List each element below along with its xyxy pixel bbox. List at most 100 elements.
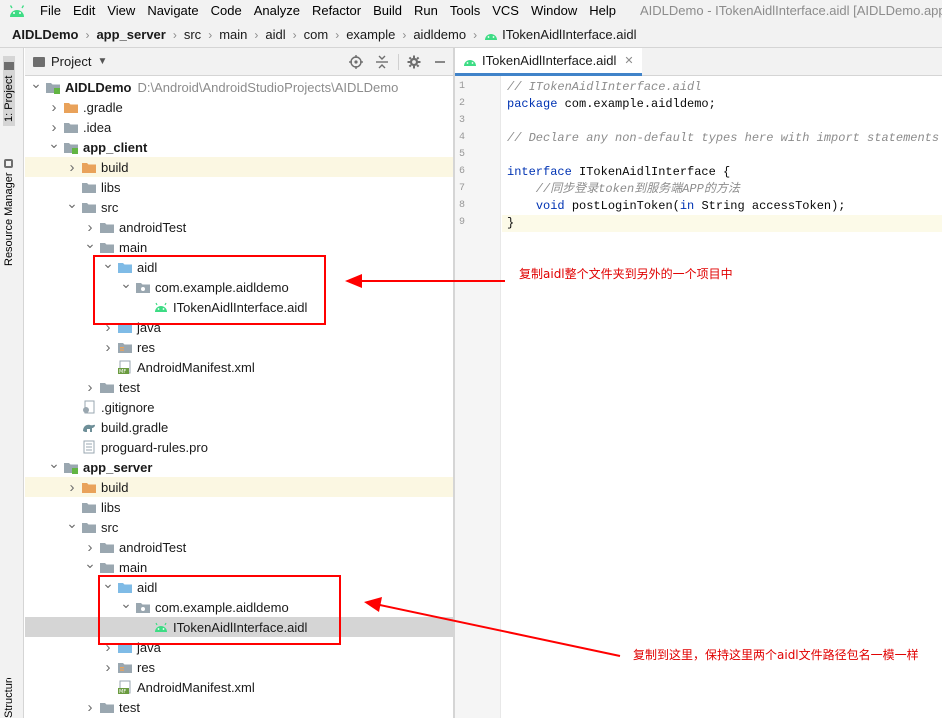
chevron-right-icon[interactable]: › [83,377,97,397]
breadcrumb-separator-icon: › [208,27,213,42]
menu-help[interactable]: Help [583,0,622,22]
chevron-down-icon[interactable]: ⌄ [65,193,79,213]
tree-row[interactable]: ⌄ main [25,555,453,577]
close-icon[interactable]: ✕ [624,54,633,67]
chevron-right-icon[interactable]: › [65,477,79,497]
chevron-down-icon[interactable]: ⌄ [83,553,97,573]
menu-run[interactable]: Run [408,0,444,22]
menu-tools[interactable]: Tools [444,0,486,22]
tool-tab-structure[interactable]: Structure [3,678,15,718]
breadcrumb-separator-icon: › [292,27,297,42]
tool-tab-project[interactable]: 1: Project [3,56,15,126]
tree-row[interactable]: ⌄ src [25,515,453,537]
editor-tab-label: ITokenAidlInterface.aidl [482,53,617,68]
locate-icon[interactable] [343,48,369,76]
tree-row[interactable]: › test [25,377,453,397]
folder-gray-icon [99,699,115,715]
menu-navigate[interactable]: Navigate [141,0,204,22]
tree-item-label: proguard-rules.pro [101,439,208,455]
tree-item-label: app_client [83,139,148,155]
gear-icon[interactable] [401,48,427,76]
menu-file[interactable]: File [34,0,67,22]
chevron-right-icon[interactable]: › [101,337,115,357]
tree-row[interactable]: › test [25,697,453,717]
menu-analyze[interactable]: Analyze [248,0,306,22]
text-file-icon [81,439,97,455]
folder-gray-icon [99,219,115,235]
code-line: void postLoginToken(in String accessToke… [507,198,846,215]
tree-row[interactable]: ⌄ app_server [25,455,453,477]
breadcrumb-item-aidl[interactable]: aidl [263,27,287,42]
code-editor[interactable]: // ITokenAidlInterface.aidl package com.e… [502,76,942,718]
chevron-right-icon[interactable]: › [83,697,97,717]
chevron-down-icon[interactable]: ⌄ [47,453,61,473]
tree-item-label: main [119,239,148,255]
tree-row[interactable]: ⌄ main [25,235,453,257]
tree-row[interactable]: .gitignore [25,397,453,417]
tree-row[interactable]: › .idea [25,117,453,137]
collapse-all-icon[interactable] [369,48,395,76]
line-number: 3 [459,115,466,126]
folder-gray-icon [99,539,115,555]
tree-item-label: app_server [83,459,153,475]
menu-window[interactable]: Window [525,0,583,22]
code-token: } [507,216,515,230]
tree-row[interactable]: ⌄ app_client [25,135,453,157]
module-icon [63,139,79,155]
folder-gray-icon [81,519,97,535]
chevron-down-icon[interactable]: ⌄ [47,133,61,153]
tree-row[interactable]: ⌄ src [25,195,453,217]
breadcrumb: AIDLDemo › app_server › src › main › aidl › c… [0,22,942,48]
tree-row[interactable]: › build [25,157,453,177]
tree-row[interactable]: proguard-rules.pro [25,437,453,457]
tree-row[interactable]: › build [25,477,453,497]
breadcrumb-item-com[interactable]: com [302,27,331,42]
chevron-down-icon[interactable]: ⌄ [83,233,97,253]
tree-row[interactable]: › res [25,657,453,677]
module-icon [45,79,61,95]
resource-manager-tab-label: Resource Manager [3,172,15,266]
menu-build[interactable]: Build [367,0,408,22]
breadcrumb-item-aidldemo[interactable]: AIDLDemo [10,27,80,42]
tree-row[interactable]: build.gradle [25,417,453,437]
menu-code[interactable]: Code [205,0,248,22]
tree-row[interactable]: › .gradle [25,97,453,117]
breadcrumb-item-example[interactable]: example [344,27,397,42]
chevron-down-icon[interactable]: ⌄ [65,513,79,533]
tree-item-label: .gitignore [101,399,155,415]
breadcrumb-item-app-server[interactable]: app_server [94,27,167,42]
chevron-down-icon[interactable]: ⌄ [29,76,43,93]
chevron-right-icon[interactable]: › [47,97,61,117]
tree-row[interactable]: MF AndroidManifest.xml [25,677,453,697]
breadcrumb-item-src[interactable]: src [182,27,203,42]
folder-gray-icon [81,179,97,195]
menu-refactor[interactable]: Refactor [306,0,367,22]
chevron-right-icon[interactable]: › [101,657,115,677]
code-token: String accessToken); [701,199,846,213]
project-panel-title[interactable]: Project [51,54,91,69]
tree-item-label: build [101,479,129,495]
editor-tab-itokenaidlinterface[interactable]: ITokenAidlInterface.aidl ✕ [455,48,642,76]
tree-row[interactable]: MF AndroidManifest.xml [25,357,453,377]
chevron-right-icon[interactable]: › [65,157,79,177]
folder-gray-icon [81,499,97,515]
minimize-icon[interactable] [427,48,453,76]
tool-tab-resource-manager[interactable]: Resource Manager [3,146,15,266]
menu-edit[interactable]: Edit [67,0,101,22]
folder-orange-icon [81,159,97,175]
chevron-down-icon[interactable]: ▼ [97,56,107,67]
line-number-gutter: 1 2 3 4 5 6 7 8 9 [455,76,501,718]
tree-chevron-spacer [101,357,115,377]
tree-row[interactable]: libs [25,177,453,197]
breadcrumb-file-label: ITokenAidlInterface.aidl [502,27,637,42]
menu-vcs[interactable]: VCS [486,0,525,22]
android-file-icon [485,33,498,40]
menu-view[interactable]: View [101,0,141,22]
breadcrumb-item-file[interactable]: ITokenAidlInterface.aidl [482,27,638,42]
tree-row[interactable]: › res [25,337,453,357]
breadcrumb-item-main[interactable]: main [217,27,249,42]
gradle-icon [81,419,97,435]
tree-row[interactable]: ⌄ AIDLDemo D:\Android\AndroidStudioProject… [25,76,453,97]
tree-row[interactable]: libs [25,497,453,517]
breadcrumb-item-aidldemo-package[interactable]: aidldemo [411,27,468,42]
